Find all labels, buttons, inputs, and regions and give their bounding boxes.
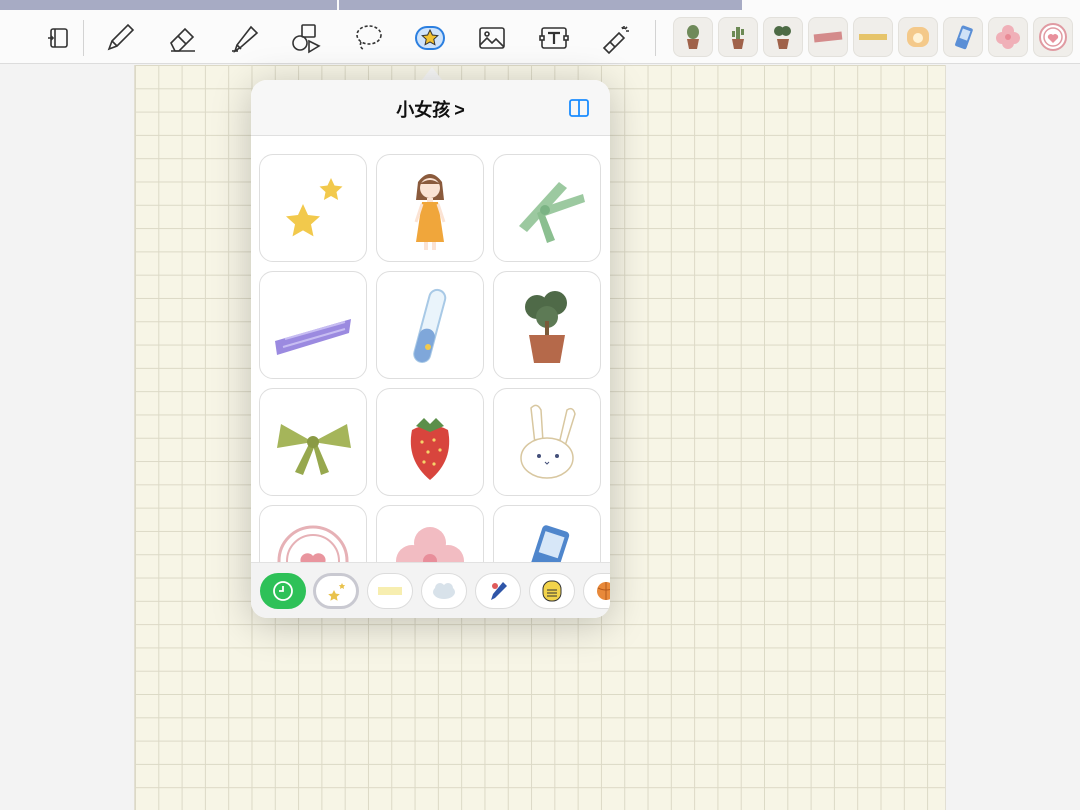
strawberry-sticker[interactable] xyxy=(376,388,484,496)
document-tab[interactable] xyxy=(339,0,742,10)
document-tab[interactable] xyxy=(0,0,337,10)
girl-sticker[interactable] xyxy=(376,154,484,262)
recent-clock-icon[interactable] xyxy=(260,573,306,609)
popover-pointer xyxy=(421,67,443,81)
green-ribbon-sticker[interactable] xyxy=(493,154,601,262)
toolbar-divider xyxy=(83,20,84,56)
heart-badge-sticker[interactable] xyxy=(1033,17,1073,57)
shapes-icon[interactable] xyxy=(286,18,326,58)
pink-flower-sticker[interactable] xyxy=(988,17,1028,57)
ball-category[interactable] xyxy=(583,573,610,609)
sticker-category-bar xyxy=(251,562,610,618)
image-icon[interactable] xyxy=(472,18,512,58)
sticker-icon[interactable] xyxy=(410,18,450,58)
bunny-sticker[interactable] xyxy=(493,388,601,496)
cloud-category[interactable] xyxy=(421,573,467,609)
stars-sticker[interactable] xyxy=(259,154,367,262)
tape-category[interactable] xyxy=(367,573,413,609)
cactus-sticker[interactable] xyxy=(718,17,758,57)
split-view-icon[interactable] xyxy=(568,97,590,119)
sticker-collection-title[interactable]: 小女孩 > xyxy=(251,96,610,122)
toolbar xyxy=(0,10,1080,64)
toast-sticker[interactable] xyxy=(898,17,938,57)
sticker-grid xyxy=(259,154,602,562)
sticker-panel-header: 小女孩 > xyxy=(251,80,610,136)
heart-badge-sticker[interactable] xyxy=(259,505,367,562)
yellow-tape-sticker[interactable] xyxy=(853,17,893,57)
sticker-panel: 小女孩 > xyxy=(251,80,610,618)
pink-flower-sticker[interactable] xyxy=(376,505,484,562)
blue-phone-sticker[interactable] xyxy=(493,505,601,562)
top-status-strip xyxy=(0,0,1080,10)
bonsai-sticker[interactable] xyxy=(763,17,803,57)
pen-category[interactable] xyxy=(475,573,521,609)
eraser-icon[interactable] xyxy=(162,18,202,58)
highlighter-icon[interactable] xyxy=(224,18,264,58)
pink-tape-sticker[interactable] xyxy=(808,17,848,57)
pen-icon[interactable] xyxy=(100,18,140,58)
potted-tree-sticker[interactable] xyxy=(493,271,601,379)
blue-phone-sticker[interactable] xyxy=(943,17,983,57)
laser-pointer-icon[interactable] xyxy=(596,18,636,58)
toolbar-divider xyxy=(655,20,656,56)
purple-tape-sticker[interactable] xyxy=(259,271,367,379)
chevron-right-icon: > xyxy=(454,100,465,120)
lasso-icon[interactable] xyxy=(348,18,388,58)
stars-category[interactable] xyxy=(313,573,359,609)
page-layout-icon[interactable] xyxy=(38,18,78,58)
text-icon[interactable] xyxy=(534,18,574,58)
green-bow-sticker[interactable] xyxy=(259,388,367,496)
potted-plant-sticker[interactable] xyxy=(673,17,713,57)
badge-category[interactable] xyxy=(529,573,575,609)
test-tube-sticker[interactable] xyxy=(376,271,484,379)
